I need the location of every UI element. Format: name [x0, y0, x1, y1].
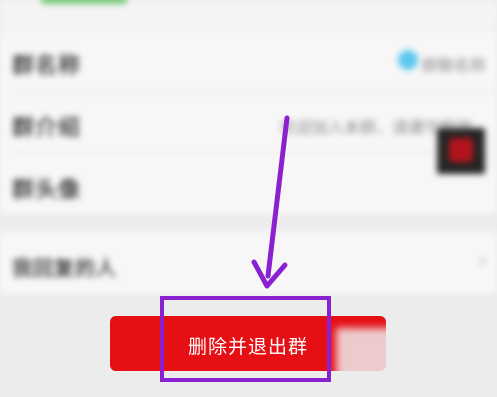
down-arrow-icon: [251, 115, 290, 289]
